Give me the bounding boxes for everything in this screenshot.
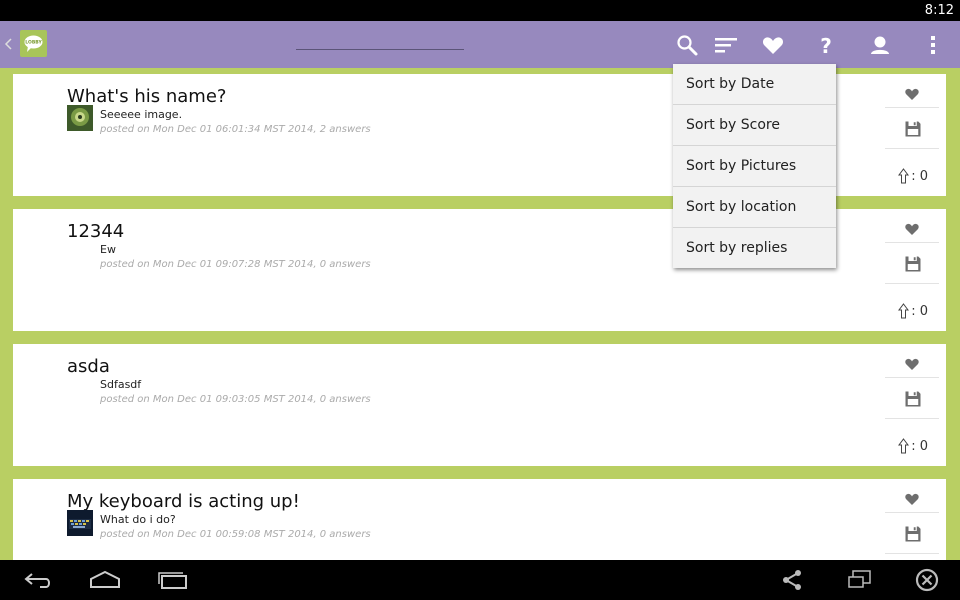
question-actions: : 0 — [885, 479, 946, 560]
divider — [885, 148, 939, 149]
sort-by-score-item[interactable]: Sort by Score — [673, 105, 836, 146]
up-chevron-icon[interactable] — [3, 34, 13, 54]
question-meta: posted on Mon Dec 01 09:07:28 MST 2014, … — [100, 259, 371, 270]
sort-by-replies-item[interactable]: Sort by replies — [673, 228, 836, 268]
sort-icon[interactable] — [714, 33, 738, 57]
question-actions: : 0 — [885, 74, 946, 196]
question-card[interactable]: My keyboard is acting up! What do i do? … — [13, 479, 946, 560]
sort-by-pictures-item[interactable]: Sort by Pictures — [673, 146, 836, 187]
vote-count[interactable]: : 0 — [898, 303, 928, 319]
question-title[interactable]: What's his name? — [67, 86, 226, 107]
save-button[interactable] — [885, 108, 939, 148]
question-meta: posted on Mon Dec 01 00:59:08 MST 2014, … — [100, 529, 371, 540]
status-time: 8:12 — [924, 3, 954, 18]
heart-icon — [905, 88, 919, 100]
question-title[interactable]: asda — [67, 356, 110, 377]
question-body: Sdfasdf — [100, 378, 142, 391]
question-meta: posted on Mon Dec 01 06:01:34 MST 2014, … — [100, 124, 371, 135]
question-meta: posted on Mon Dec 01 09:03:05 MST 2014, … — [100, 394, 371, 405]
profile-icon[interactable] — [868, 33, 892, 57]
svg-text:?: ? — [820, 34, 832, 57]
back-icon[interactable] — [22, 568, 54, 592]
app-logo[interactable]: LOBBY — [20, 30, 47, 57]
heart-icon — [905, 493, 919, 505]
question-actions: : 0 — [885, 344, 946, 466]
screen-icon[interactable] — [847, 568, 873, 592]
vote-count[interactable]: : 0 — [898, 438, 928, 454]
sort-menu: Sort by Date Sort by Score Sort by Pictu… — [673, 64, 836, 268]
heart-icon — [905, 358, 919, 370]
sort-by-date-item[interactable]: Sort by Date — [673, 64, 836, 105]
action-bar: LOBBY ? — [0, 21, 960, 68]
question-body: Seeeee image. — [100, 108, 183, 121]
divider — [885, 553, 939, 554]
question-title[interactable]: 12344 — [67, 221, 124, 242]
save-icon — [905, 526, 921, 542]
question-thumbnail[interactable] — [67, 105, 93, 131]
close-icon[interactable] — [914, 568, 940, 594]
chat-bubble-icon: LOBBY — [24, 35, 43, 52]
question-card[interactable]: asda Sdfasdf posted on Mon Dec 01 09:03:… — [13, 344, 946, 466]
home-icon[interactable] — [88, 568, 122, 592]
upvote-icon — [898, 303, 910, 319]
save-icon — [905, 391, 921, 407]
heart-icon — [905, 223, 919, 235]
share-icon[interactable] — [780, 568, 804, 592]
navigation-bar — [0, 560, 960, 600]
save-icon — [905, 121, 921, 137]
favorite-icon[interactable] — [761, 33, 785, 57]
divider — [885, 283, 939, 284]
status-bar: 8:12 — [0, 0, 960, 21]
help-icon[interactable]: ? — [814, 33, 838, 57]
question-thumbnail[interactable] — [67, 510, 93, 536]
question-body: Ew — [100, 243, 116, 256]
save-button[interactable] — [885, 243, 939, 283]
title-underline — [296, 49, 464, 50]
vote-count-text: : 0 — [911, 439, 928, 454]
question-actions: : 0 — [885, 209, 946, 331]
search-icon[interactable] — [675, 33, 699, 57]
vote-count-text: : 0 — [911, 304, 928, 319]
divider — [885, 418, 939, 419]
upvote-icon — [898, 168, 910, 184]
save-button[interactable] — [885, 378, 939, 418]
vote-count-text: : 0 — [911, 169, 928, 184]
recents-icon[interactable] — [156, 568, 190, 592]
sort-by-location-item[interactable]: Sort by location — [673, 187, 836, 228]
vote-count[interactable]: : 0 — [898, 168, 928, 184]
overflow-icon[interactable] — [921, 33, 945, 57]
save-button[interactable] — [885, 513, 939, 553]
logo-text: LOBBY — [25, 40, 42, 46]
upvote-icon — [898, 438, 910, 454]
question-body: What do i do? — [100, 513, 176, 526]
save-icon — [905, 256, 921, 272]
question-title[interactable]: My keyboard is acting up! — [67, 491, 300, 512]
